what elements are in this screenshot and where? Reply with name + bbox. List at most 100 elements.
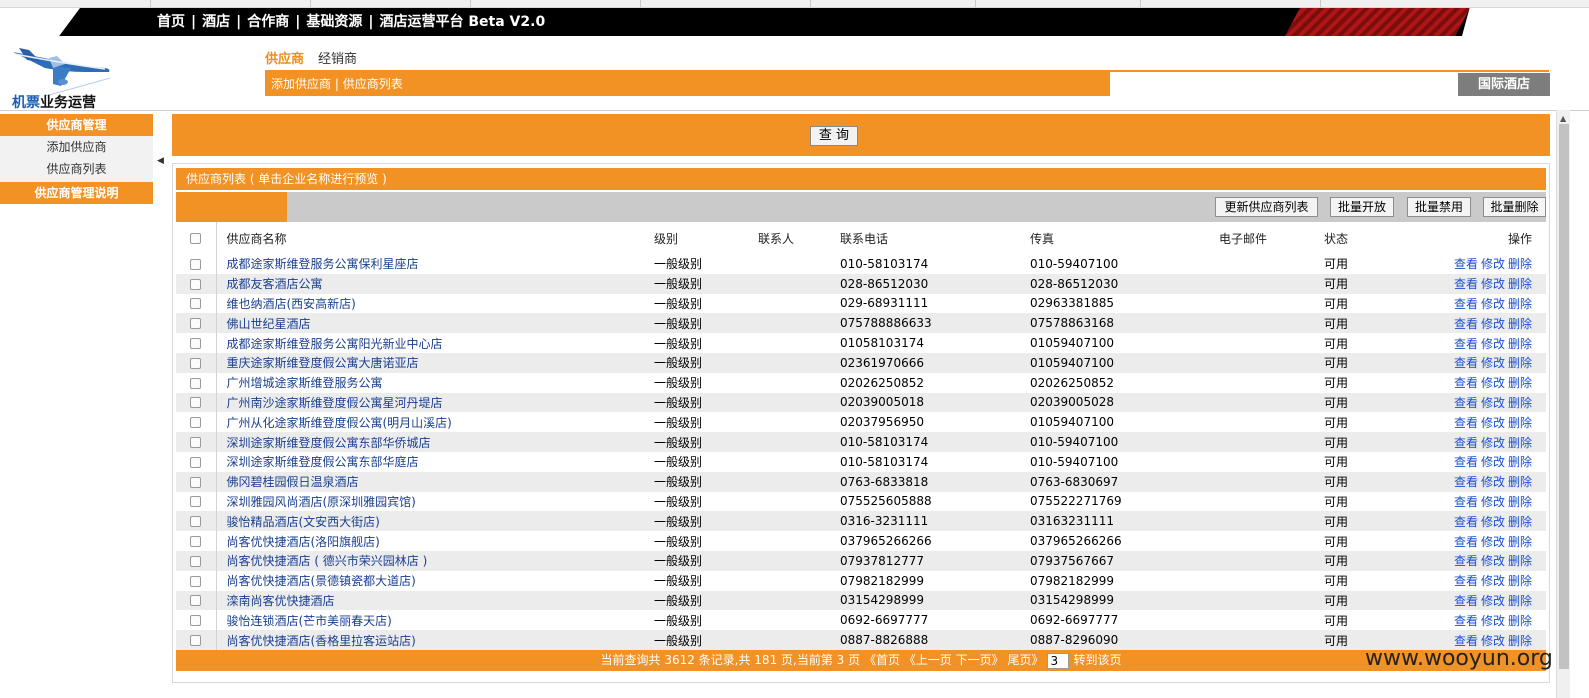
delete-link[interactable]: 删除 — [1508, 356, 1532, 370]
row-checkbox[interactable] — [190, 575, 202, 587]
view-link[interactable]: 查看 — [1454, 376, 1478, 390]
cell-name[interactable]: 广州南沙途家斯维登度假公寓星河丹堤店 — [216, 393, 654, 413]
sidebar-item-help[interactable]: 供应商管理说明 — [0, 182, 153, 204]
row-checkbox[interactable] — [190, 476, 202, 488]
edit-link[interactable]: 修改 — [1481, 416, 1505, 430]
row-checkbox[interactable] — [190, 298, 202, 310]
view-link[interactable]: 查看 — [1454, 614, 1478, 628]
cell-name[interactable]: 尚客优快捷酒店(景德镇瓷都大道店) — [216, 571, 654, 591]
row-checkbox[interactable] — [190, 437, 202, 449]
cell-name[interactable]: 成都途家斯维登服务公寓保利星座店 — [216, 254, 654, 274]
cell-name[interactable]: 深圳途家斯维登度假公寓东部华侨城店 — [216, 432, 654, 452]
row-checkbox[interactable] — [190, 357, 202, 369]
cell-name[interactable]: 成都友客酒店公寓 — [216, 274, 654, 294]
edit-link[interactable]: 修改 — [1481, 515, 1505, 529]
row-checkbox[interactable] — [190, 397, 202, 409]
delete-link[interactable]: 删除 — [1508, 337, 1532, 351]
scroll-up-icon[interactable]: ▲ — [1560, 114, 1566, 123]
page-number-input[interactable]: 3 — [1047, 652, 1070, 669]
edit-link[interactable]: 修改 — [1481, 574, 1505, 588]
cell-name[interactable]: 广州增城途家斯维登服务公寓 — [216, 373, 654, 393]
row-checkbox[interactable] — [190, 338, 202, 350]
edit-link[interactable]: 修改 — [1481, 356, 1505, 370]
cell-name[interactable]: 维也纳酒店(西安高新店) — [216, 294, 654, 314]
international-hotel-button[interactable]: 国际酒店 — [1458, 73, 1550, 96]
vertical-scrollbar[interactable]: ▲ — [1556, 110, 1570, 698]
row-checkbox[interactable] — [190, 516, 202, 528]
view-link[interactable]: 查看 — [1454, 455, 1478, 469]
row-checkbox[interactable] — [190, 595, 202, 607]
cell-name[interactable]: 成都途家斯维登服务公寓阳光新业中心店 — [216, 333, 654, 353]
edit-link[interactable]: 修改 — [1481, 317, 1505, 331]
delete-link[interactable]: 删除 — [1508, 376, 1532, 390]
cell-name[interactable]: 佛山世纪星酒店 — [216, 313, 654, 333]
delete-link[interactable]: 删除 — [1508, 257, 1532, 271]
supplier-list-link[interactable]: 供应商列表 — [343, 77, 403, 91]
edit-link[interactable]: 修改 — [1481, 455, 1505, 469]
row-checkbox[interactable] — [190, 615, 202, 627]
refresh-supplier-list-button[interactable]: 更新供应商列表 — [1215, 197, 1318, 217]
delete-link[interactable]: 删除 — [1508, 495, 1532, 509]
cell-name[interactable]: 骏怡连锁酒店(芒市美丽春天店) — [216, 610, 654, 630]
nav-partner[interactable]: 合作商 — [247, 14, 289, 30]
cell-name[interactable]: 深圳雅园风尚酒店(原深圳雅园宾馆) — [216, 492, 654, 512]
row-checkbox[interactable] — [190, 536, 202, 548]
edit-link[interactable]: 修改 — [1481, 257, 1505, 271]
delete-link[interactable]: 删除 — [1508, 515, 1532, 529]
row-checkbox[interactable] — [190, 635, 202, 647]
edit-link[interactable]: 修改 — [1481, 297, 1505, 311]
edit-link[interactable]: 修改 — [1481, 495, 1505, 509]
edit-link[interactable]: 修改 — [1481, 594, 1505, 608]
scrollbar-thumb[interactable] — [1559, 124, 1569, 669]
edit-link[interactable]: 修改 — [1481, 396, 1505, 410]
delete-link[interactable]: 删除 — [1508, 554, 1532, 568]
view-link[interactable]: 查看 — [1454, 416, 1478, 430]
delete-link[interactable]: 删除 — [1508, 436, 1532, 450]
delete-link[interactable]: 删除 — [1508, 455, 1532, 469]
delete-link[interactable]: 删除 — [1508, 594, 1532, 608]
view-link[interactable]: 查看 — [1454, 554, 1478, 568]
pager-prev[interactable]: 《上一页 — [904, 653, 952, 667]
nav-home[interactable]: 首页 — [157, 14, 185, 30]
cell-name[interactable]: 骏怡精品酒店(文安西大街店) — [216, 511, 654, 531]
delete-link[interactable]: 删除 — [1508, 535, 1532, 549]
tab-supplier[interactable]: 供应商 — [265, 52, 304, 67]
view-link[interactable]: 查看 — [1454, 436, 1478, 450]
row-checkbox[interactable] — [190, 258, 202, 270]
pager-first[interactable]: 《首页 — [864, 653, 900, 667]
edit-link[interactable]: 修改 — [1481, 554, 1505, 568]
edit-link[interactable]: 修改 — [1481, 535, 1505, 549]
delete-link[interactable]: 删除 — [1508, 416, 1532, 430]
view-link[interactable]: 查看 — [1454, 515, 1478, 529]
delete-link[interactable]: 删除 — [1508, 574, 1532, 588]
row-checkbox[interactable] — [190, 496, 202, 508]
select-all-checkbox[interactable] — [190, 233, 202, 244]
edit-link[interactable]: 修改 — [1481, 475, 1505, 489]
view-link[interactable]: 查看 — [1454, 297, 1478, 311]
view-link[interactable]: 查看 — [1454, 337, 1478, 351]
cell-name[interactable]: 尚客优快捷酒店 ( 德兴市荣兴园林店 ) — [216, 551, 654, 571]
cell-name[interactable]: 尚客优快捷酒店(香格里拉客运站店) — [216, 630, 654, 650]
delete-link[interactable]: 删除 — [1508, 277, 1532, 291]
view-link[interactable]: 查看 — [1454, 475, 1478, 489]
sidebar-header[interactable]: 供应商管理 — [0, 114, 153, 136]
sidebar-item-add-supplier[interactable]: 添加供应商 — [0, 136, 153, 158]
edit-link[interactable]: 修改 — [1481, 436, 1505, 450]
collapse-left-icon[interactable]: ◀ — [157, 156, 164, 166]
view-link[interactable]: 查看 — [1454, 396, 1478, 410]
cell-name[interactable]: 深圳途家斯维登度假公寓东部华庭店 — [216, 452, 654, 472]
row-checkbox[interactable] — [190, 456, 202, 468]
view-link[interactable]: 查看 — [1454, 356, 1478, 370]
cell-name[interactable]: 滦南尚客优快捷酒店 — [216, 591, 654, 611]
batch-disable-button[interactable]: 批量禁用 — [1407, 197, 1471, 217]
cell-name[interactable]: 尚客优快捷酒店(洛阳旗舰店) — [216, 531, 654, 551]
add-supplier-link[interactable]: 添加供应商 — [271, 77, 331, 91]
tab-distributor[interactable]: 经销商 — [318, 52, 357, 67]
delete-link[interactable]: 删除 — [1508, 614, 1532, 628]
row-checkbox[interactable] — [190, 417, 202, 429]
nav-hotel[interactable]: 酒店 — [202, 14, 230, 30]
view-link[interactable]: 查看 — [1454, 495, 1478, 509]
nav-base-resources[interactable]: 基础资源 — [306, 14, 362, 30]
view-link[interactable]: 查看 — [1454, 594, 1478, 608]
pager-next[interactable]: 下一页》 — [956, 653, 1004, 667]
